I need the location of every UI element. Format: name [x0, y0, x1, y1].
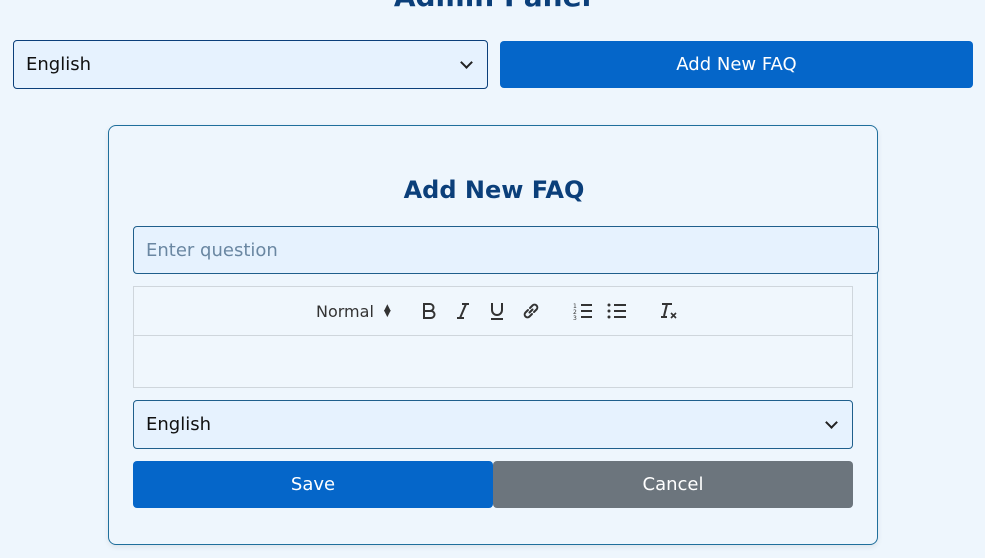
form-title: Add New FAQ	[403, 176, 585, 204]
header-format-select[interactable]: Normal ▲ ▼	[316, 302, 394, 321]
editor-toolbar: Normal ▲ ▼ 123	[134, 287, 852, 336]
bold-icon[interactable]	[412, 298, 446, 324]
editor-content-area[interactable]	[134, 336, 852, 388]
link-icon[interactable]	[514, 298, 548, 324]
clear-format-icon[interactable]	[652, 298, 686, 324]
question-input[interactable]: Enter question	[133, 226, 879, 274]
question-placeholder: Enter question	[146, 239, 278, 261]
language-select-value: English	[26, 54, 91, 75]
chevron-down-icon	[825, 415, 838, 429]
faq-form-card: Add New FAQ Enter question Normal ▲ ▼ 1 …	[108, 125, 879, 545]
language-select[interactable]: English	[13, 40, 488, 89]
chevron-down-icon	[460, 55, 473, 69]
page-title: Admin Panel	[0, 0, 985, 12]
add-new-faq-button[interactable]: Add New FAQ	[500, 41, 973, 88]
cancel-button[interactable]: Cancel	[493, 461, 853, 508]
underline-icon[interactable]	[480, 298, 514, 324]
save-button[interactable]: Save	[133, 461, 493, 508]
rich-text-editor: Normal ▲ ▼ 123	[133, 286, 853, 388]
svg-text:3: 3	[573, 315, 577, 320]
bullet-list-icon[interactable]	[600, 298, 634, 324]
italic-icon[interactable]	[446, 298, 480, 324]
ordered-list-icon[interactable]: 123	[566, 298, 600, 324]
faq-language-select[interactable]: English	[133, 400, 853, 449]
up-down-arrows-icon: ▲ ▼	[383, 303, 391, 319]
faq-language-value: English	[146, 414, 211, 435]
header-format-value: Normal	[316, 301, 374, 321]
